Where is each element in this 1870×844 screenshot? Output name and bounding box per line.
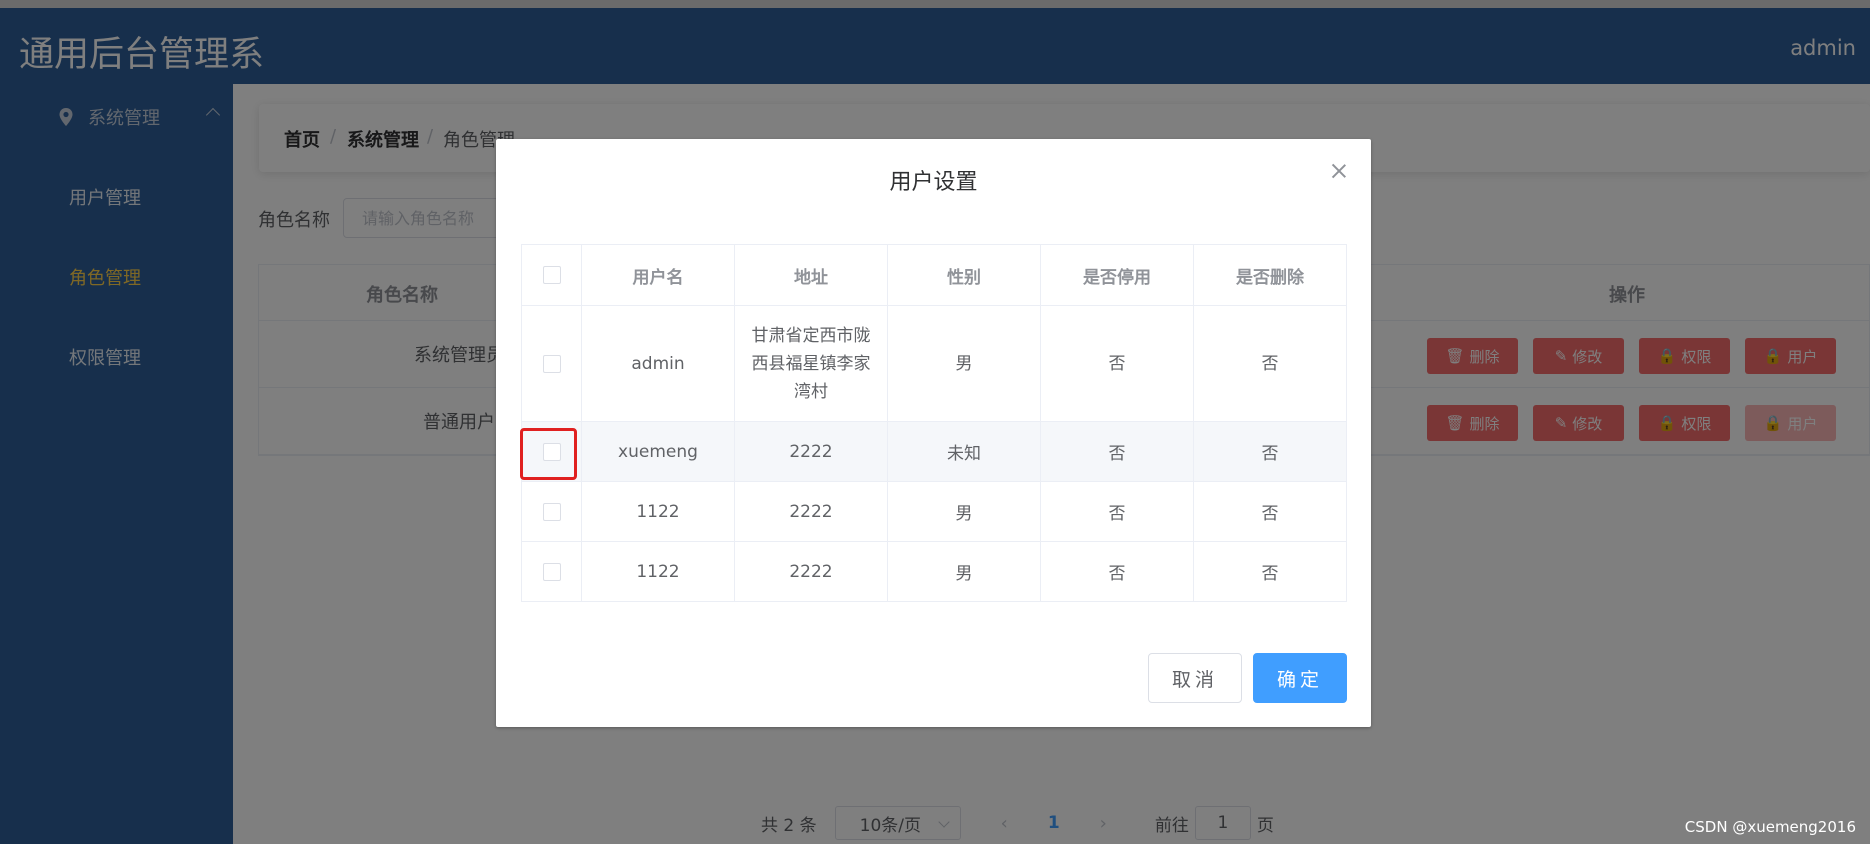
user-table-header: 用户名 地址 性别 是否停用 是否删除 bbox=[521, 244, 1347, 306]
address-cell: 2222 bbox=[734, 421, 888, 482]
deleted-cell: 否 bbox=[1193, 421, 1347, 482]
close-icon[interactable] bbox=[1331, 163, 1347, 179]
disabled-cell: 否 bbox=[1040, 305, 1194, 422]
row-checkbox[interactable] bbox=[542, 442, 561, 461]
disabled-cell: 否 bbox=[1040, 421, 1194, 482]
cancel-button[interactable]: 取消 bbox=[1148, 653, 1242, 703]
address-cell: 甘肃省定西市陇西县福星镇李家湾村 bbox=[734, 305, 888, 422]
select-cell bbox=[521, 305, 582, 422]
select-cell bbox=[521, 481, 582, 542]
row-checkbox[interactable] bbox=[542, 562, 561, 581]
username-cell: 1122 bbox=[581, 541, 735, 602]
username-cell: 1122 bbox=[581, 481, 735, 542]
select-cell bbox=[520, 421, 582, 482]
deleted-cell: 否 bbox=[1193, 305, 1347, 422]
gender-cell: 男 bbox=[887, 541, 1041, 602]
column-header-username: 用户名 bbox=[581, 244, 735, 306]
address-cell: 2222 bbox=[734, 481, 888, 542]
confirm-button[interactable]: 确定 bbox=[1253, 653, 1347, 703]
table-row: admin 甘肃省定西市陇西县福星镇李家湾村 男 否 否 bbox=[521, 305, 1347, 422]
select-all-cell bbox=[521, 244, 582, 306]
gender-cell: 男 bbox=[887, 481, 1041, 542]
user-table: 用户名 地址 性别 是否停用 是否删除 admin 甘肃省定西市陇西县福星镇李家… bbox=[520, 244, 1347, 602]
address-cell: 2222 bbox=[734, 541, 888, 602]
watermark: CSDN @xuemeng2016 bbox=[1684, 818, 1856, 836]
column-header-deleted: 是否删除 bbox=[1193, 244, 1347, 306]
deleted-cell: 否 bbox=[1193, 481, 1347, 542]
select-all-checkbox[interactable] bbox=[542, 266, 561, 284]
column-header-disabled: 是否停用 bbox=[1040, 244, 1194, 306]
gender-cell: 未知 bbox=[887, 421, 1041, 482]
deleted-cell: 否 bbox=[1193, 541, 1347, 602]
select-cell bbox=[521, 541, 582, 602]
column-header-address: 地址 bbox=[734, 244, 888, 306]
column-header-gender: 性别 bbox=[887, 244, 1041, 306]
disabled-cell: 否 bbox=[1040, 481, 1194, 542]
disabled-cell: 否 bbox=[1040, 541, 1194, 602]
table-row: xuemeng 2222 未知 否 否 bbox=[520, 421, 1347, 482]
table-row: 1122 2222 男 否 否 bbox=[521, 481, 1347, 542]
username-cell: xuemeng bbox=[581, 421, 735, 482]
row-checkbox[interactable] bbox=[542, 354, 561, 373]
row-checkbox[interactable] bbox=[542, 502, 561, 521]
table-row: 1122 2222 男 否 否 bbox=[521, 541, 1347, 602]
gender-cell: 男 bbox=[887, 305, 1041, 422]
username-cell: admin bbox=[581, 305, 735, 422]
user-settings-dialog: 用户设置 用户名 地址 性别 是否停用 是否删除 admin 甘肃省定西市陇西县… bbox=[496, 139, 1371, 727]
dialog-title: 用户设置 bbox=[889, 170, 978, 195]
